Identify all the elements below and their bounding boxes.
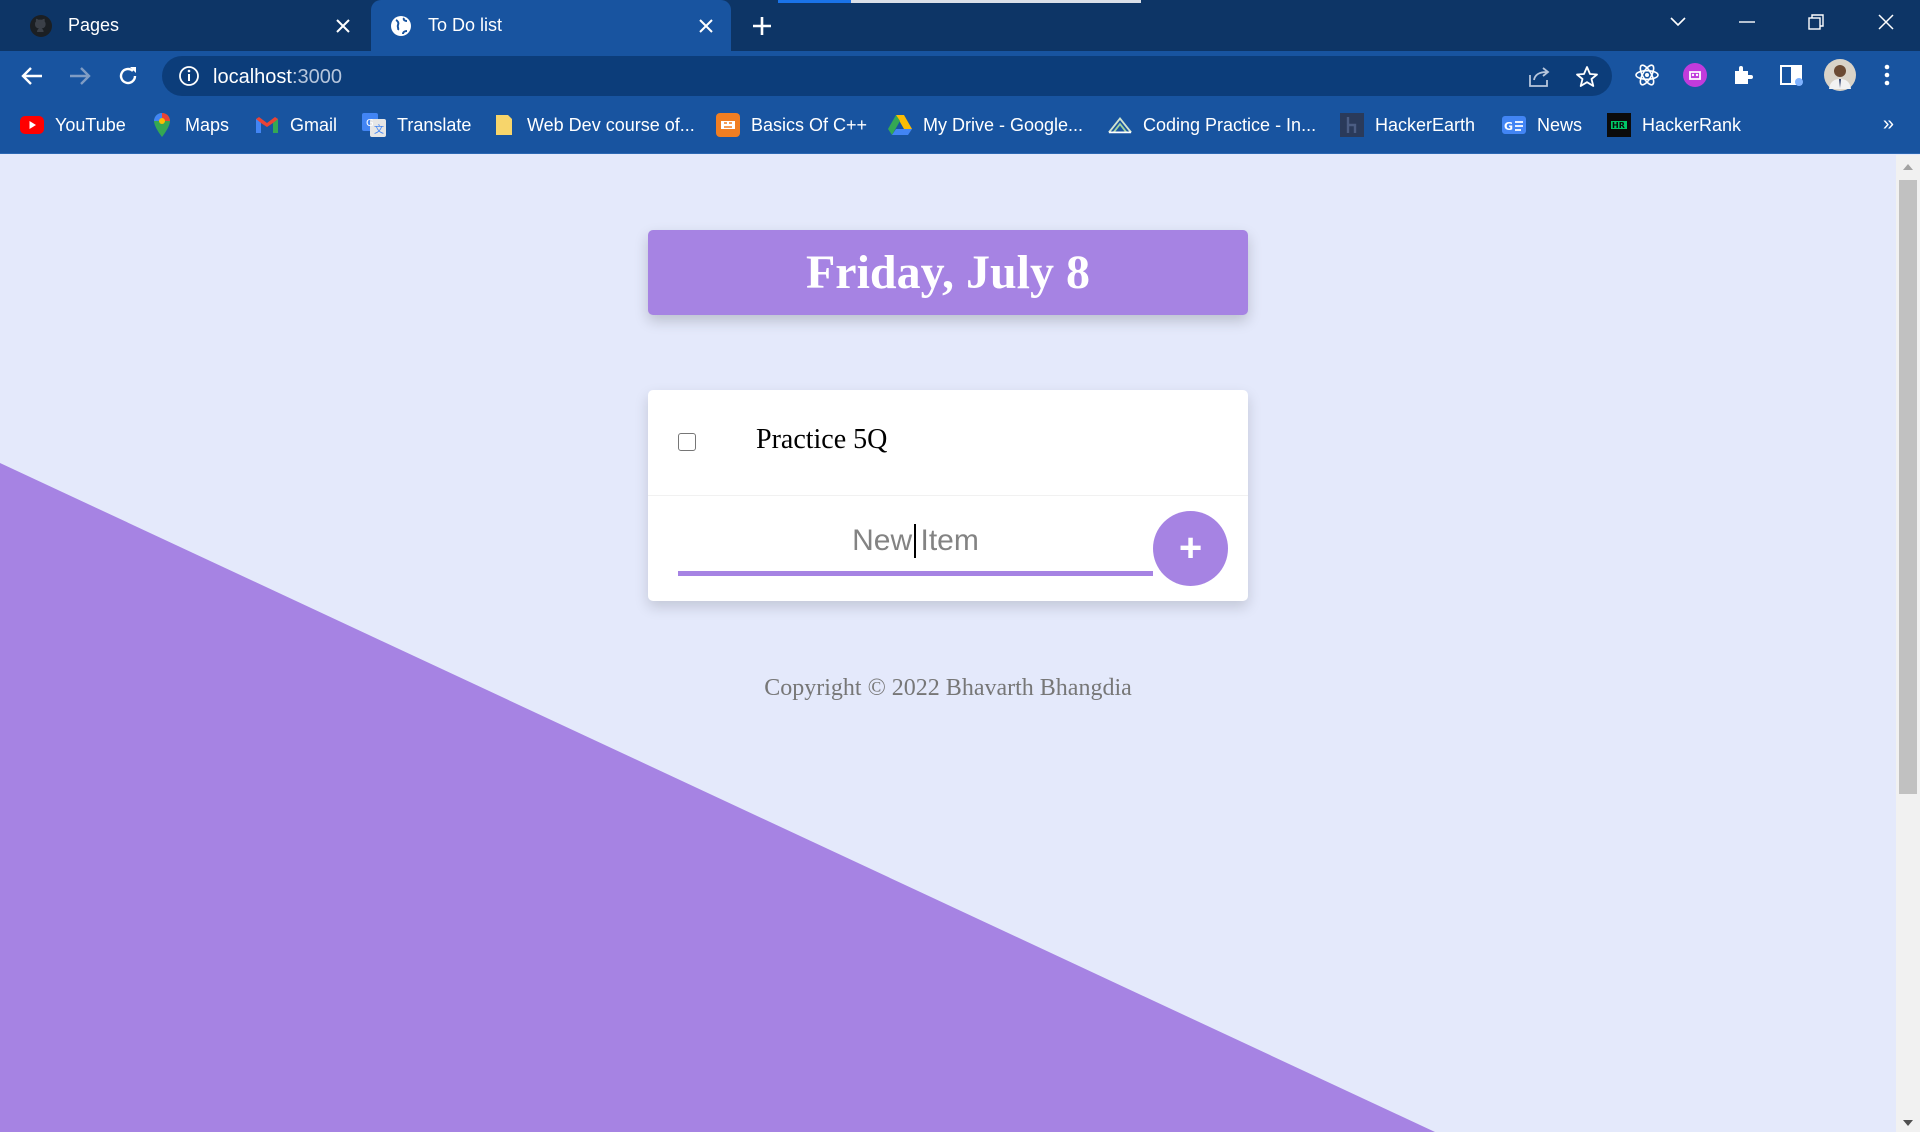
bookmark-label: Coding Practice - In... — [1143, 114, 1317, 135]
back-arrow-icon[interactable] — [15, 59, 49, 93]
tab-search-icon[interactable] — [1648, 0, 1708, 44]
item-text: Practice 5Q — [756, 424, 888, 455]
todo-list-box: Practice 5Q New Item + — [648, 390, 1248, 601]
bookmark-news[interactable]: G News — [1502, 112, 1582, 138]
menu-kebab-icon[interactable] — [1872, 60, 1902, 90]
scrollbar-thumb[interactable] — [1899, 180, 1917, 794]
news-icon: G — [1502, 113, 1526, 137]
add-item-button[interactable]: + — [1153, 511, 1228, 586]
new-tab-button[interactable] — [748, 12, 776, 40]
new-item-placeholder: New Item — [852, 524, 979, 558]
bookmark-hackerrank[interactable]: HR HackerRank — [1607, 112, 1741, 138]
url-host: localhost — [213, 66, 292, 88]
extensions-puzzle-icon[interactable] — [1728, 60, 1758, 90]
scroll-up-icon[interactable] — [1896, 158, 1920, 176]
hackerearth-icon — [1340, 113, 1364, 137]
address-bar[interactable]: localhost:3000 — [162, 56, 1612, 96]
bookmark-label: YouTube — [55, 114, 126, 135]
tab-loading-track — [851, 0, 1141, 3]
list-item: Practice 5Q — [648, 390, 1248, 496]
scroll-down-icon[interactable] — [1896, 1114, 1920, 1132]
bookmarks-bar: YouTube Maps Gmail G文 Translate Web Dev … — [0, 99, 1920, 154]
bookmark-web-dev-course[interactable]: Web Dev course of... — [492, 112, 695, 138]
tab-pages[interactable]: Pages — [0, 0, 368, 51]
close-tab-icon[interactable] — [330, 13, 356, 39]
tab-strip: Pages To Do list — [0, 0, 1920, 51]
bookmark-translate[interactable]: G文 Translate — [362, 112, 471, 138]
bookmark-youtube[interactable]: YouTube — [20, 112, 126, 138]
svg-text:HR: HR — [1612, 121, 1625, 130]
bookmarks-overflow-button[interactable]: » — [1883, 113, 1894, 136]
minimize-icon[interactable] — [1717, 0, 1777, 44]
youtube-icon — [20, 113, 44, 137]
github-icon — [28, 13, 54, 39]
svg-text:G: G — [1504, 120, 1513, 133]
drive-icon — [888, 113, 912, 137]
bookmark-label: Web Dev course of... — [527, 114, 695, 135]
bookmark-label: News — [1537, 114, 1583, 135]
gmail-icon — [255, 113, 279, 137]
bookmark-label: Gmail — [290, 114, 338, 135]
tab-loading-indicator — [778, 0, 851, 3]
forward-arrow-icon[interactable] — [63, 59, 97, 93]
svg-text:文: 文 — [374, 123, 384, 136]
coding-icon — [1108, 113, 1132, 137]
date-heading: Friday, July 8 — [648, 230, 1248, 315]
page-title: Friday, July 8 — [805, 246, 1091, 299]
url-text[interactable]: localhost:3000 — [213, 66, 342, 89]
cpp-icon — [716, 113, 740, 137]
react-devtools-icon[interactable] — [1632, 60, 1662, 90]
bookmark-maps[interactable]: Maps — [150, 112, 229, 138]
share-icon[interactable] — [1526, 64, 1552, 90]
translate-icon: G文 — [362, 113, 386, 137]
bookmark-my-drive[interactable]: My Drive - Google... — [888, 112, 1083, 138]
url-port: :3000 — [291, 66, 342, 88]
restore-icon[interactable] — [1786, 0, 1846, 44]
bookmark-hackerearth[interactable]: HackerEarth — [1340, 112, 1475, 138]
bookmark-basics-of-cpp[interactable]: Basics Of C++ — [716, 112, 867, 138]
tab-title: Pages — [68, 15, 120, 35]
folder-note-icon — [492, 113, 516, 137]
globe-icon — [388, 13, 414, 39]
copyright-footer: Copyright © 2022 Bhavarth Bhangdia — [764, 675, 1132, 701]
bookmark-label: HackerEarth — [1375, 114, 1476, 135]
maps-icon — [150, 113, 174, 137]
bookmark-star-icon[interactable] — [1574, 64, 1600, 90]
bookmark-label: My Drive - Google... — [923, 114, 1084, 135]
side-panel-icon[interactable] — [1776, 60, 1806, 90]
tab-todo-list[interactable]: To Do list — [371, 0, 731, 51]
new-item-input[interactable]: New Item — [678, 511, 1153, 576]
reload-icon[interactable] — [111, 59, 145, 93]
text-caret — [914, 524, 917, 558]
close-tab-icon[interactable] — [693, 13, 719, 39]
avatar[interactable] — [1824, 59, 1856, 91]
close-window-icon[interactable] — [1856, 0, 1916, 44]
tab-title: To Do list — [428, 15, 503, 35]
hackerrank-icon: HR — [1607, 113, 1631, 137]
new-item-form: New Item + — [648, 496, 1248, 601]
item-checkbox[interactable] — [678, 433, 696, 451]
bookmark-label: HackerRank — [1642, 114, 1742, 135]
extension-purple-icon[interactable] — [1680, 60, 1710, 90]
bookmark-label: Translate — [397, 114, 472, 135]
bookmark-coding-practice[interactable]: Coding Practice - In... — [1108, 112, 1316, 138]
site-info-icon[interactable] — [178, 65, 200, 87]
bookmark-label: Maps — [185, 114, 230, 135]
svg-text:G: G — [366, 118, 374, 129]
bookmark-label: Basics Of C++ — [751, 114, 868, 135]
bookmark-gmail[interactable]: Gmail — [255, 112, 337, 138]
